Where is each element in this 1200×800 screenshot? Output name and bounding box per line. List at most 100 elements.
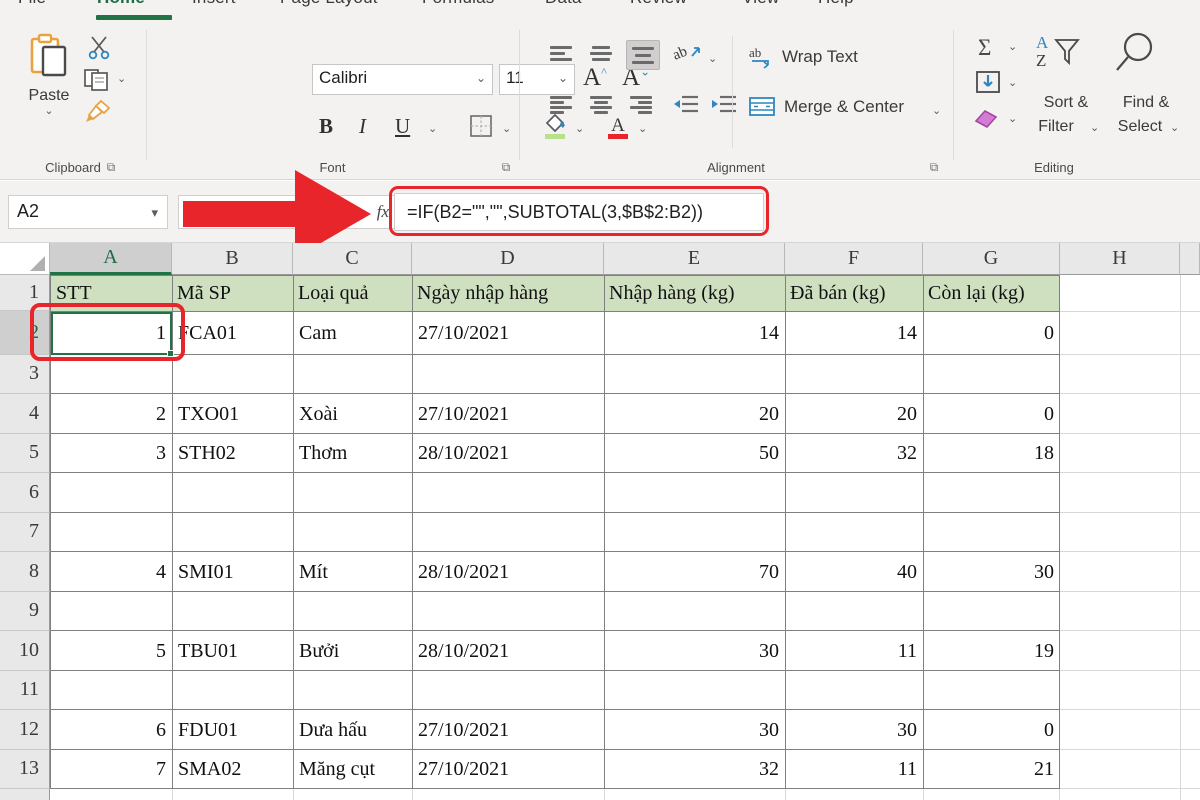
cell-G12[interactable]: 0 [924, 711, 1059, 749]
cell-A4[interactable]: 2 [51, 395, 171, 433]
cell-row-6-empty[interactable] [51, 474, 1059, 512]
fx-icon[interactable]: fx [377, 202, 389, 222]
find-select-label-line2[interactable]: Select [1100, 118, 1180, 136]
underline-button[interactable]: U [395, 114, 410, 139]
chevron-down-icon[interactable]: ⌄ [1008, 112, 1017, 125]
cell-C12[interactable]: Dưa hấu [294, 711, 411, 749]
italic-button[interactable]: I [359, 114, 366, 139]
sort-filter-button[interactable]: A Z [1034, 30, 1084, 79]
wrap-text-button[interactable]: ab [748, 44, 774, 75]
cell-C1[interactable]: Loại quả [293, 276, 412, 311]
cell-B1[interactable]: Mã SP [172, 276, 293, 311]
cell-F10[interactable]: 11 [786, 632, 922, 670]
merge-center-button[interactable] [748, 94, 776, 125]
cell-row-9-empty[interactable] [51, 593, 1059, 630]
row-header-14[interactable]: 14 [0, 789, 50, 800]
row-header-10[interactable]: 10 [0, 631, 50, 671]
align-left-button[interactable] [548, 94, 574, 114]
column-header-E[interactable]: E [604, 243, 785, 275]
cell-F13[interactable]: 11 [786, 751, 922, 788]
cell-D13[interactable]: 27/10/2021 [413, 751, 603, 788]
row-header-5[interactable]: 5 [0, 434, 50, 473]
chevron-down-icon[interactable]: ⌄ [932, 104, 941, 117]
cell-D2[interactable]: 27/10/2021 [413, 313, 603, 353]
cell-E4[interactable]: 20 [605, 395, 784, 433]
merge-center-label[interactable]: Merge & Center [784, 97, 904, 117]
cell-E13[interactable]: 32 [605, 751, 784, 788]
font-dialog-launcher[interactable]: ⧉ [499, 160, 513, 174]
sort-filter-label-line1[interactable]: Sort & [1026, 94, 1106, 112]
tab-help[interactable]: Help [818, 0, 854, 8]
cell-F5[interactable]: 32 [786, 435, 922, 472]
tab-formulas[interactable]: Formulas [422, 0, 494, 8]
wrap-text-label[interactable]: Wrap Text [782, 47, 858, 67]
cell-B8[interactable]: SMI01 [173, 553, 292, 591]
cell-G4[interactable]: 0 [924, 395, 1059, 433]
cell-C4[interactable]: Xoài [294, 395, 411, 433]
cell-row-7-empty[interactable] [51, 514, 1059, 551]
tab-file[interactable]: File [18, 0, 46, 8]
tab-view[interactable]: View [742, 0, 779, 8]
row-header-8[interactable]: 8 [0, 552, 50, 592]
align-right-button[interactable] [628, 94, 654, 114]
cell-row-3-empty[interactable] [51, 356, 1059, 393]
bold-button[interactable]: B [319, 114, 333, 139]
cell-A1[interactable]: STT [51, 276, 172, 311]
column-header-C[interactable]: C [293, 243, 412, 275]
spreadsheet-grid[interactable]: A B C D E F G H 1 2 3 4 5 6 7 8 9 10 11 … [0, 243, 1200, 800]
chevron-down-icon[interactable]: ⌄ [1090, 121, 1099, 134]
chevron-down-icon[interactable]: ⌄ [502, 122, 511, 135]
tab-review[interactable]: Review [630, 0, 687, 8]
cell-D5[interactable]: 28/10/2021 [413, 435, 603, 472]
cell-B12[interactable]: FDU01 [173, 711, 292, 749]
cell-E2[interactable]: 14 [605, 313, 784, 353]
cell-D10[interactable]: 28/10/2021 [413, 632, 603, 670]
cell-B10[interactable]: TBU01 [173, 632, 292, 670]
cell-C13[interactable]: Măng cụt [294, 751, 411, 788]
row-header-2[interactable]: 2 [0, 311, 50, 355]
cell-F12[interactable]: 30 [786, 711, 922, 749]
column-header-G[interactable]: G [923, 243, 1060, 275]
cell-C5[interactable]: Thơm [294, 435, 411, 472]
cell-A12[interactable]: 6 [51, 711, 171, 749]
autosum-button[interactable]: Σ [974, 34, 1002, 65]
cell-G13[interactable]: 21 [924, 751, 1059, 788]
cell-A8[interactable]: 4 [51, 553, 171, 591]
row-header-11[interactable]: 11 [0, 671, 50, 710]
alignment-dialog-launcher[interactable]: ⧉ [927, 160, 941, 174]
align-middle-button[interactable] [588, 44, 614, 64]
column-header-B[interactable]: B [172, 243, 293, 275]
column-header-I[interactable] [1180, 243, 1200, 275]
column-header-H[interactable]: H [1060, 243, 1180, 275]
cell-F2[interactable]: 14 [786, 313, 922, 353]
chevron-down-icon[interactable]: ⌄ [117, 72, 126, 85]
column-header-D[interactable]: D [412, 243, 604, 275]
cell-E8[interactable]: 70 [605, 553, 784, 591]
cell-G1[interactable]: Còn lại (kg) [923, 276, 1060, 311]
cell-G5[interactable]: 18 [924, 435, 1059, 472]
decrease-indent-button[interactable] [672, 94, 700, 121]
tab-data[interactable]: Data [545, 0, 582, 8]
cell-A5[interactable]: 3 [51, 435, 171, 472]
cell-C10[interactable]: Bưởi [294, 632, 411, 670]
formula-input[interactable]: =IF(B2="","",SUBTOTAL(3,$B$2:B2)) [394, 193, 764, 231]
cell-D12[interactable]: 27/10/2021 [413, 711, 603, 749]
borders-button[interactable] [469, 114, 493, 143]
cell-G8[interactable]: 30 [924, 553, 1059, 591]
fill-button[interactable] [974, 70, 1002, 99]
chevron-down-icon[interactable]: ▾ [151, 205, 158, 221]
align-bottom-button[interactable] [626, 40, 660, 70]
orientation-button[interactable]: ab [671, 42, 702, 73]
cell-A2[interactable]: 1 [51, 313, 171, 353]
cell-B4[interactable]: TXO01 [173, 395, 292, 433]
tab-insert[interactable]: Insert [192, 0, 236, 8]
cell-D4[interactable]: 27/10/2021 [413, 395, 603, 433]
clear-button[interactable] [972, 106, 1002, 135]
tab-page-layout[interactable]: Page Layout [280, 0, 378, 8]
copy-button[interactable] [83, 66, 111, 97]
name-box[interactable]: A2 ▾ [8, 195, 168, 229]
row-header-13[interactable]: 13 [0, 750, 50, 789]
cell-row-14-empty[interactable] [51, 790, 1059, 800]
cell-F1[interactable]: Đã bán (kg) [785, 276, 923, 311]
cell-F4[interactable]: 20 [786, 395, 922, 433]
